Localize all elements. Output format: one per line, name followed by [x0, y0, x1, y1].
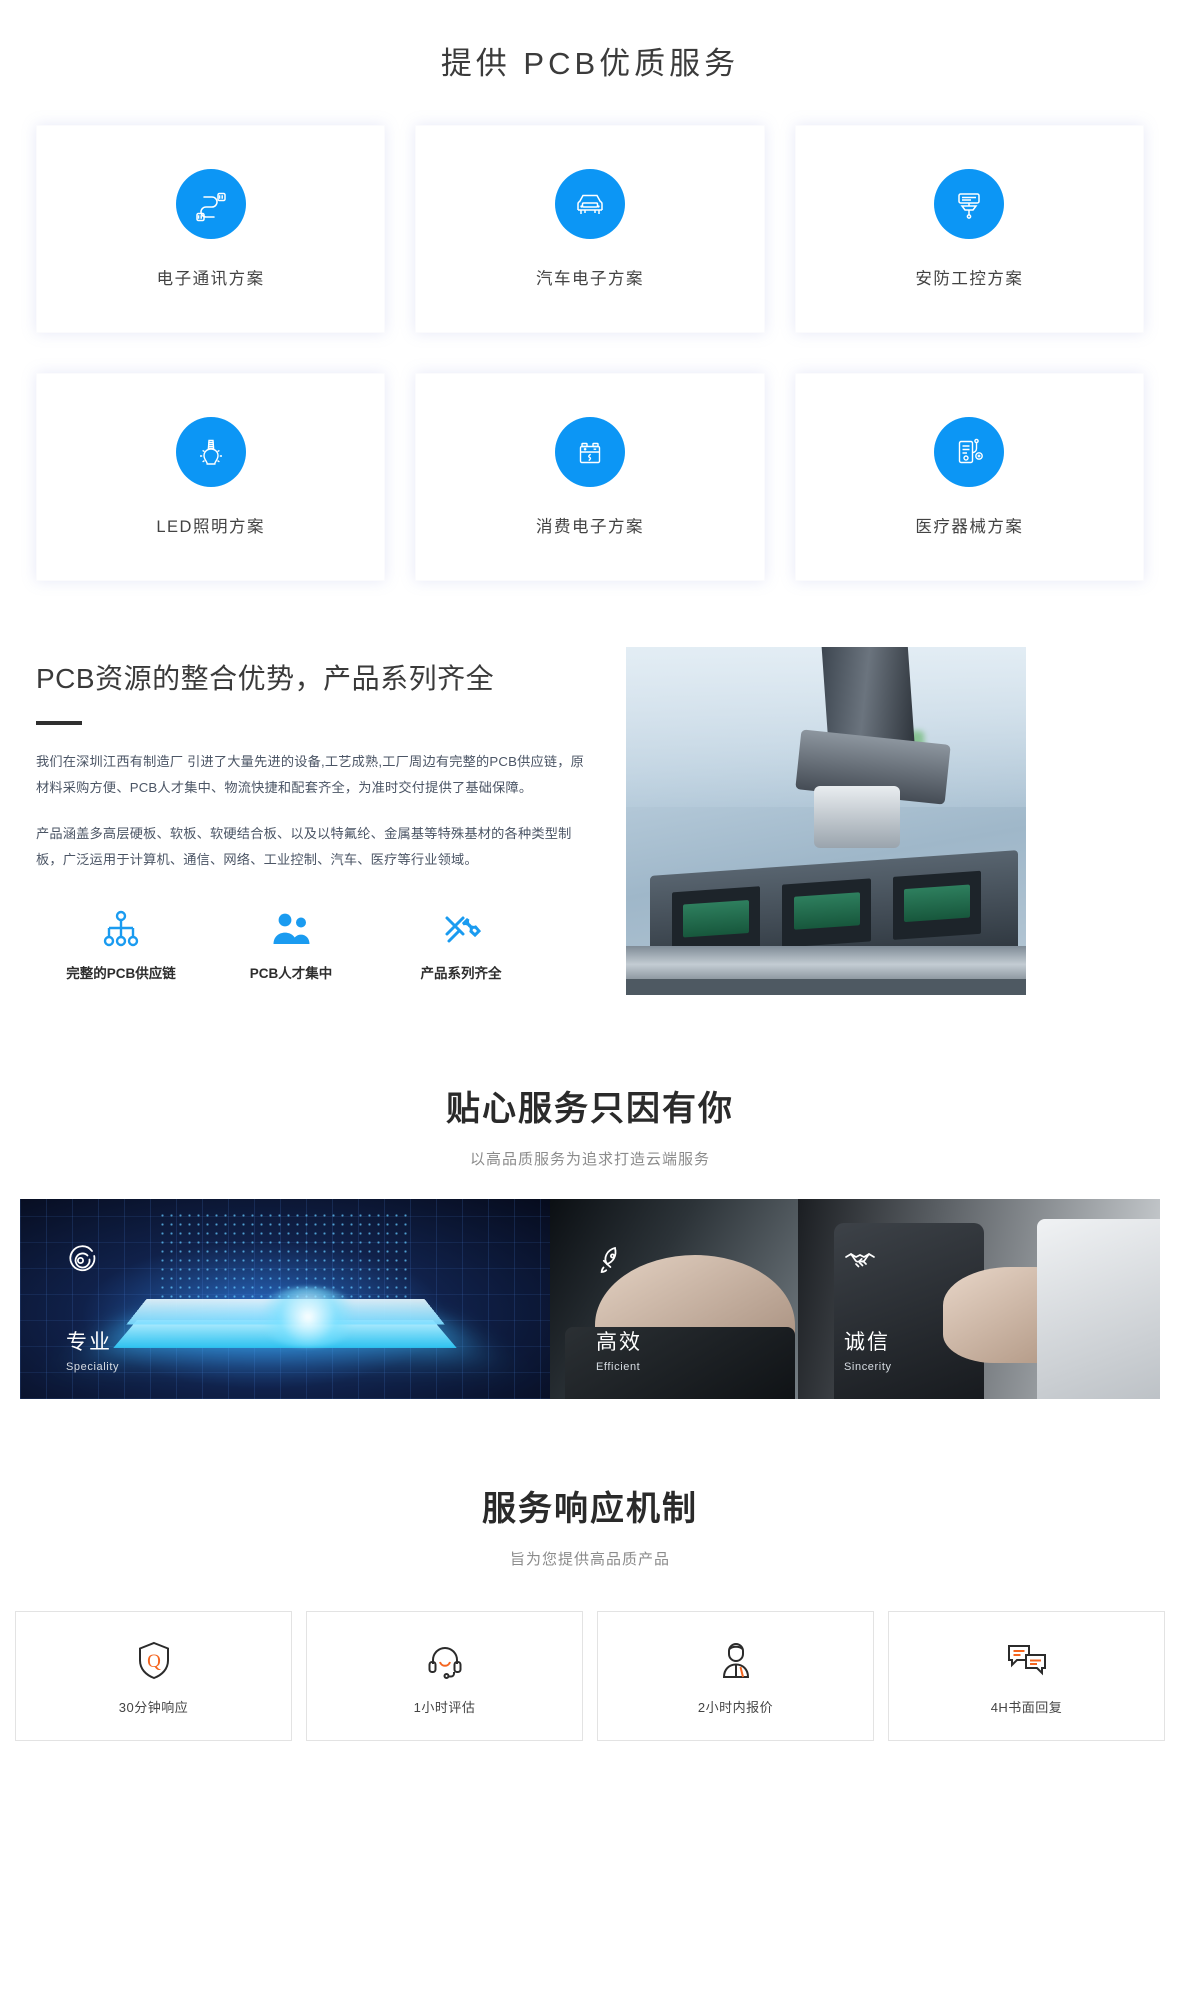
pcb-board — [793, 891, 860, 930]
response-card-grid: Q 30分钟响应 1小时评估 2小时内报价 4H书面回复 — [15, 1611, 1165, 1741]
conveyor-base — [626, 979, 1026, 995]
car-icon — [554, 169, 625, 239]
response-card-label: 1小时评估 — [413, 1699, 476, 1715]
people-icon — [206, 907, 376, 951]
response-card-2hour-quote[interactable]: 2小时内报价 — [597, 1611, 874, 1741]
cable-icon — [175, 169, 246, 239]
panel-title-cn: 诚信 — [844, 1331, 890, 1354]
response-card-label: 4H书面回复 — [990, 1699, 1063, 1715]
caring-panel-caption: 高效 Efficient — [596, 1326, 642, 1373]
pcb-board — [903, 884, 971, 922]
photo-backdrop — [626, 647, 1026, 995]
target-icon — [66, 1245, 96, 1280]
response-heading: 服务响应机制 — [482, 1490, 698, 1528]
advantage-heading: PCB资源的整合优势，产品系列齐全 — [36, 663, 495, 694]
caring-panel-efficient[interactable]: 高效 Efficient — [550, 1199, 798, 1399]
solutions-section: 提供 PCB优质服务 电子通讯方案 汽车电子方案 安防工控方案 LED照明方案 … — [0, 0, 1180, 581]
heading-underline-rule — [36, 721, 82, 725]
panel-title-cn: 高效 — [596, 1331, 642, 1354]
shield-q-icon: Q — [136, 1637, 172, 1683]
caring-panel-caption: 诚信 Sincerity — [844, 1326, 892, 1373]
pcb-board — [683, 899, 750, 938]
response-card-label: 30分钟响应 — [118, 1699, 189, 1715]
response-card-30min[interactable]: Q 30分钟响应 — [15, 1611, 292, 1741]
advantage-section: PCB资源的整合优势，产品系列齐全 我们在深圳江西有制造厂 引进了大量先进的设备… — [36, 647, 1144, 995]
advantage-paragraph-1: 我们在深圳江西有制造厂 引进了大量先进的设备,工艺成熟,工厂周边有完整的PCB供… — [36, 754, 585, 795]
solution-card-led-lighting[interactable]: LED照明方案 — [36, 373, 386, 581]
chip-glow-art — [253, 1287, 364, 1347]
caring-panel-sincerity[interactable]: 诚信 Sincerity — [798, 1199, 1160, 1399]
solution-card-label: LED照明方案 — [156, 518, 265, 536]
feature-talent-pool: PCB人才集中 — [206, 907, 376, 983]
solution-card-label: 电子通讯方案 — [156, 270, 265, 288]
solution-card-security-industrial-control[interactable]: 安防工控方案 — [794, 125, 1144, 333]
response-card-label: 2小时内报价 — [697, 1699, 774, 1715]
robot-arm-pcb-assembly-photo — [626, 647, 1026, 995]
feature-label: 产品系列齐全 — [420, 966, 502, 981]
advantage-text-column: PCB资源的整合优势，产品系列齐全 我们在深圳江西有制造厂 引进了大量先进的设备… — [36, 647, 626, 983]
caring-heading: 贴心服务只因有你 — [446, 1090, 734, 1128]
caring-panel-strip: 专业 Speciality 高效 Efficient 诚信 Sincerity — [20, 1199, 1160, 1399]
caring-service-section: 贴心服务只因有你 以高品质服务为追求打造云端服务 专业 Speciality 高… — [0, 1081, 1180, 1399]
panel-title-en: Sincerity — [844, 1361, 892, 1373]
agent-person-icon — [718, 1637, 754, 1683]
solution-card-consumer-electronics[interactable]: 消费电子方案 — [415, 373, 765, 581]
caring-panel-speciality[interactable]: 专业 Speciality — [20, 1199, 550, 1399]
feature-supply-chain: 完整的PCB供应链 — [36, 907, 206, 983]
response-mechanism-section: 服务响应机制 旨为您提供高品质产品 Q 30分钟响应 1小时评估 2小时内报价 … — [0, 1481, 1180, 1741]
feature-label: 完整的PCB供应链 — [66, 966, 176, 981]
landing-page: 提供 PCB优质服务 电子通讯方案 汽车电子方案 安防工控方案 LED照明方案 … — [0, 0, 1180, 1811]
solution-card-label: 汽车电子方案 — [535, 270, 644, 288]
solution-card-label: 消费电子方案 — [535, 518, 644, 536]
chat-bubbles-icon — [1006, 1637, 1048, 1683]
caring-subheading: 以高品质服务为追求打造云端服务 — [469, 1151, 710, 1168]
tools-icon — [376, 907, 546, 951]
surveillance-camera-icon — [934, 169, 1005, 239]
panel-title-cn: 专业 — [66, 1331, 112, 1354]
headset-icon — [425, 1637, 465, 1683]
solution-card-medical-device[interactable]: 医疗器械方案 — [794, 373, 1144, 581]
panel-title-en: Speciality — [66, 1361, 120, 1373]
caring-panel-caption: 专业 Speciality — [66, 1326, 119, 1373]
svg-text:Q: Q — [147, 1651, 161, 1672]
solutions-title: 提供 PCB优质服务 — [440, 46, 740, 81]
robot-gripper-head — [814, 786, 900, 849]
solutions-card-grid: 电子通讯方案 汽车电子方案 安防工控方案 LED照明方案 消费电子方案 医疗器械… — [36, 125, 1144, 581]
panel-title-en: Efficient — [596, 1361, 641, 1373]
solution-card-label: 安防工控方案 — [915, 270, 1024, 288]
feature-full-product-range: 产品系列齐全 — [376, 907, 546, 983]
advantage-paragraph-2: 产品涵盖多高层硬板、软板、软硬结合板、以及以特氟纶、金属基等特殊基材的各种类型制… — [36, 826, 572, 867]
solution-card-automotive-electronics[interactable]: 汽车电子方案 — [415, 125, 765, 333]
bottom-spacer — [0, 1741, 1180, 1811]
solution-card-electronics-communication[interactable]: 电子通讯方案 — [36, 125, 386, 333]
sitemap-icon — [36, 907, 206, 951]
battery-icon — [554, 417, 625, 487]
medical-device-icon — [934, 417, 1005, 487]
rocket-icon — [596, 1245, 626, 1280]
response-subheading: 旨为您提供高品质产品 — [509, 1551, 670, 1568]
handshake-icon — [844, 1245, 876, 1280]
feature-label: PCB人才集中 — [249, 966, 333, 981]
response-card-1hour[interactable]: 1小时评估 — [306, 1611, 583, 1741]
response-card-4h-written-reply[interactable]: 4H书面回复 — [888, 1611, 1165, 1741]
advantage-feature-row: 完整的PCB供应链 PCB人才集中 产品系列齐全 — [36, 907, 586, 983]
solution-card-label: 医疗器械方案 — [915, 518, 1024, 536]
suit-art-right — [1036, 1219, 1160, 1399]
light-bulb-icon — [175, 417, 246, 487]
